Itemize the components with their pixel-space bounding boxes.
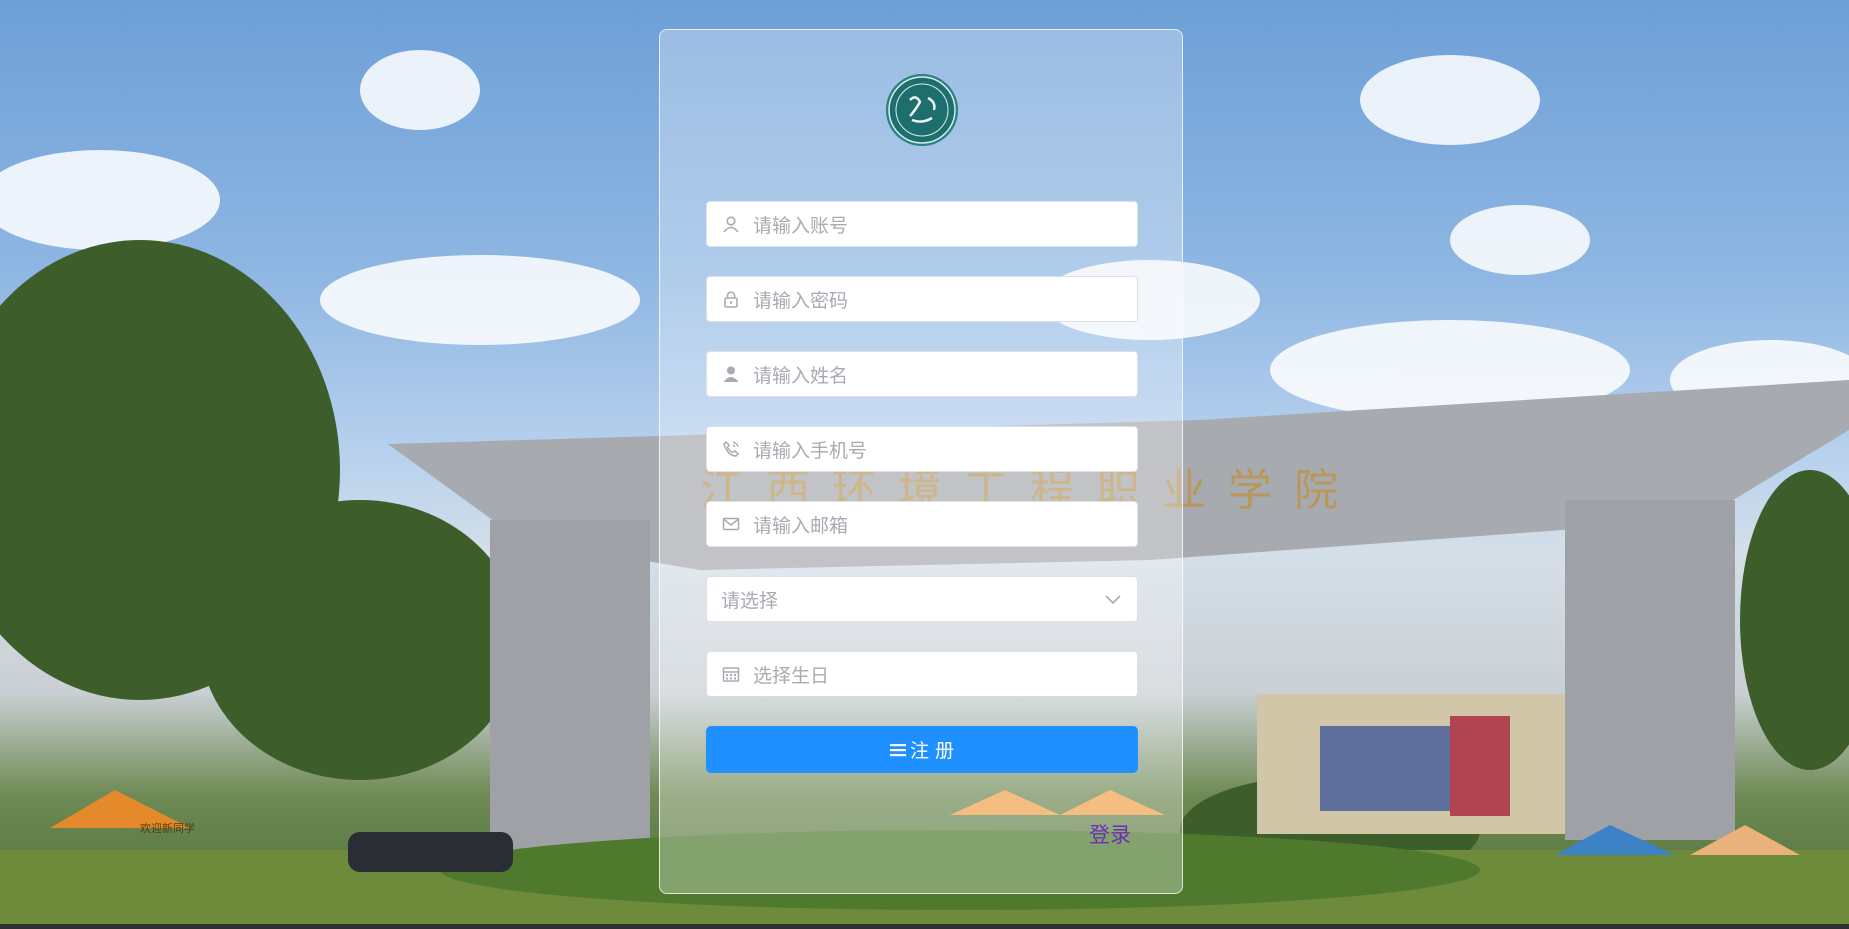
- person-icon: [721, 364, 741, 384]
- phone-input[interactable]: 请输入手机号: [706, 426, 1138, 472]
- option-select[interactable]: 请选择: [706, 576, 1138, 622]
- name-input[interactable]: 请输入姓名: [706, 351, 1138, 397]
- lock-icon: [721, 289, 741, 309]
- register-label: 注 册: [909, 740, 955, 762]
- mail-icon: [721, 514, 741, 534]
- email-input[interactable]: 请输入邮箱: [706, 501, 1138, 547]
- password-input[interactable]: 请输入密码: [706, 276, 1138, 322]
- birthday-placeholder: 选择生日: [753, 664, 830, 687]
- select-placeholder: 请选择: [721, 589, 779, 612]
- birthday-input[interactable]: 选择生日: [706, 651, 1138, 697]
- phone-placeholder: 请输入手机号: [753, 439, 868, 462]
- school-logo: [886, 74, 958, 146]
- name-placeholder: 请输入姓名: [753, 364, 849, 387]
- register-button[interactable]: 注 册: [706, 726, 1138, 773]
- password-placeholder: 请输入密码: [753, 289, 849, 312]
- tent-sign: 欢迎新同学: [140, 821, 195, 835]
- calendar-icon: [721, 664, 741, 684]
- account-input[interactable]: 请输入账号: [706, 201, 1138, 247]
- menu-icon: [889, 743, 906, 757]
- user-icon: [721, 214, 741, 234]
- email-placeholder: 请输入邮箱: [753, 514, 849, 537]
- chevron-down-icon[interactable]: [1105, 590, 1121, 609]
- login-link[interactable]: 登录: [1089, 819, 1131, 849]
- account-placeholder: 请输入账号: [753, 214, 849, 237]
- register-panel: 请输入账号 请输入密码 请输入姓名 请输入手机号 请输入邮箱 请选择 选择生日 …: [659, 29, 1183, 894]
- phone-icon: [721, 439, 741, 459]
